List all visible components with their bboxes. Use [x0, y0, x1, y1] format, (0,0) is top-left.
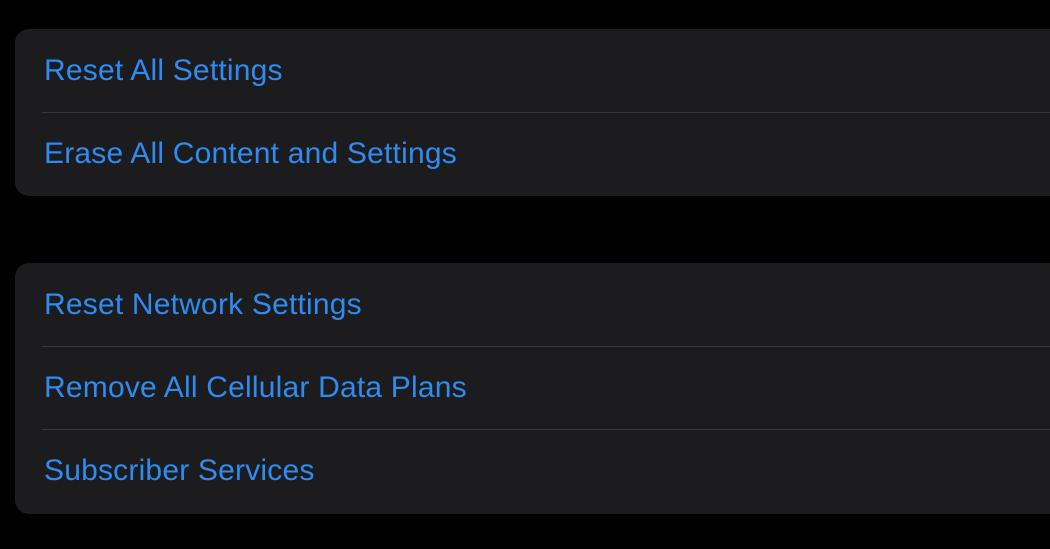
erase-all-content-button[interactable]: Erase All Content and Settings [15, 112, 1050, 195]
reset-all-settings-label: Reset All Settings [44, 53, 283, 87]
reset-network-settings-button[interactable]: Reset Network Settings [15, 263, 1050, 346]
erase-all-content-label: Erase All Content and Settings [44, 136, 457, 170]
reset-network-settings-label: Reset Network Settings [44, 287, 362, 321]
reset-all-settings-button[interactable]: Reset All Settings [15, 29, 1050, 112]
remove-cellular-plans-button[interactable]: Remove All Cellular Data Plans [15, 346, 1050, 429]
subscriber-services-button[interactable]: Subscriber Services [15, 429, 1050, 512]
subscriber-services-label: Subscriber Services [44, 453, 315, 487]
remove-cellular-plans-label: Remove All Cellular Data Plans [44, 370, 467, 404]
reset-group-general: Reset All Settings Erase All Content and… [15, 29, 1050, 196]
reset-settings-screen: Reset All Settings Erase All Content and… [0, 0, 1050, 549]
reset-group-network: Reset Network Settings Remove All Cellul… [15, 263, 1050, 514]
